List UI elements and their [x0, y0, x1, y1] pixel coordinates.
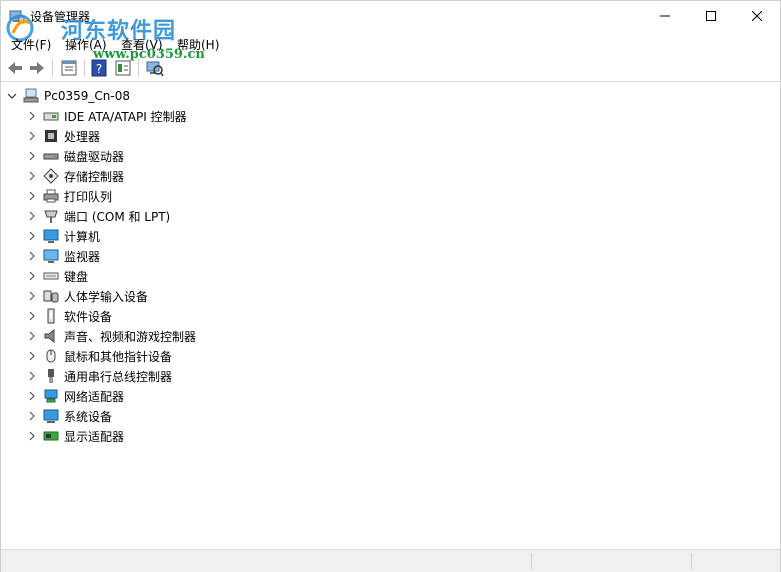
ide-controller-icon: [43, 112, 59, 121]
tree-item[interactable]: 显示适配器: [27, 426, 124, 446]
menu-bar: 文件(F) 操作(A) 查看(V) 帮助(H): [1, 33, 780, 53]
tree-item[interactable]: 声音、视频和游戏控制器: [27, 326, 196, 346]
tree-item[interactable]: 网络适配器: [27, 386, 124, 406]
tree-item[interactable]: 系统设备: [27, 406, 112, 426]
tree-item-label: 通用串行总线控制器: [64, 369, 173, 384]
properties-icon[interactable]: [59, 58, 79, 78]
maximize-button[interactable]: [688, 1, 734, 31]
chevron-right-icon[interactable]: [27, 251, 37, 261]
chevron-right-icon[interactable]: [27, 291, 37, 301]
storage-controller-icon: [43, 168, 59, 184]
view-icon[interactable]: [113, 58, 133, 78]
tree-item-label: 键盘: [64, 269, 89, 284]
tree-item[interactable]: 处理器: [27, 126, 100, 146]
monitor-icon: [43, 249, 59, 263]
chevron-right-icon[interactable]: [27, 391, 37, 401]
maximize-icon: [706, 11, 716, 21]
device-manager-window: 设备管理器 河东软件园 www.pc0359.cn 文件(F) 操作(A) 查看…: [0, 0, 781, 572]
menu-action[interactable]: 操作(A): [65, 36, 107, 53]
menu-view[interactable]: 查看(V): [121, 36, 163, 53]
menu-help[interactable]: 帮助(H): [177, 36, 219, 53]
tree-item[interactable]: 键盘: [27, 266, 88, 286]
chevron-right-icon[interactable]: [27, 211, 37, 221]
menu-file[interactable]: 文件(F): [11, 36, 51, 53]
chevron-right-icon[interactable]: [27, 191, 37, 201]
tree-item[interactable]: 存储控制器: [27, 166, 124, 186]
tree-item[interactable]: 鼠标和其他指针设备: [27, 346, 172, 366]
chevron-right-icon[interactable]: [27, 431, 37, 441]
tree-item-label: 存储控制器: [64, 169, 125, 184]
forward-arrow-icon[interactable]: [27, 58, 47, 78]
chevron-down-icon[interactable]: [7, 91, 17, 101]
minimize-icon: [660, 15, 670, 17]
tree-item-label: 处理器: [64, 129, 101, 144]
chevron-right-icon[interactable]: [27, 131, 37, 141]
computer-icon: [23, 88, 39, 103]
svg-text:?: ?: [96, 62, 102, 76]
scan-hardware-icon[interactable]: [144, 58, 164, 78]
toolbar-separator: [84, 59, 85, 77]
status-bar: [1, 549, 780, 572]
tree-item-label: 鼠标和其他指针设备: [64, 349, 173, 364]
status-segment: [531, 553, 532, 569]
usb-icon: [48, 369, 54, 383]
tree-item[interactable]: 端口 (COM 和 LPT): [27, 206, 170, 226]
status-segment: [691, 553, 692, 569]
tree-item[interactable]: 监视器: [27, 246, 100, 266]
toolbar: ?: [1, 55, 780, 82]
tree-item-label: 系统设备: [64, 409, 113, 424]
tree-item-label: 显示适配器: [64, 429, 125, 444]
speaker-icon: [44, 328, 55, 344]
hid-icon: [43, 290, 59, 303]
tree-root-label: Pc0359_Cn-08: [44, 89, 130, 103]
tree-item-label: 人体学输入设备: [64, 289, 149, 304]
tree-item-label: 端口 (COM 和 LPT): [64, 209, 171, 224]
chevron-right-icon[interactable]: [27, 151, 37, 161]
keyboard-icon: [43, 272, 59, 280]
printer-icon: [43, 189, 59, 203]
back-arrow-icon[interactable]: [5, 58, 25, 78]
system-device-icon: [43, 409, 59, 423]
tree-item[interactable]: 磁盘驱动器: [27, 146, 124, 166]
tree-item-label: 监视器: [64, 249, 101, 264]
chevron-right-icon[interactable]: [27, 411, 37, 421]
tree-item[interactable]: IDE ATA/ATAPI 控制器: [27, 106, 187, 126]
chevron-right-icon[interactable]: [27, 231, 37, 241]
tree-item-label: 声音、视频和游戏控制器: [64, 329, 197, 344]
network-adapter-icon: [44, 389, 58, 403]
software-device-icon: [47, 308, 55, 324]
tree-item-label: 磁盘驱动器: [64, 149, 125, 164]
chevron-right-icon[interactable]: [27, 331, 37, 341]
chevron-right-icon[interactable]: [27, 171, 37, 181]
chevron-right-icon[interactable]: [27, 371, 37, 381]
display-adapter-icon: [43, 431, 59, 441]
disk-drive-icon: [43, 153, 59, 160]
mouse-icon: [46, 349, 56, 363]
tree-item-label: 打印队列: [64, 189, 113, 204]
tree-item[interactable]: 打印队列: [27, 186, 112, 206]
chevron-right-icon[interactable]: [27, 311, 37, 321]
tree-item-label: 软件设备: [64, 309, 113, 324]
help-icon[interactable]: ?: [89, 58, 109, 78]
computer-monitor-icon: [43, 229, 59, 243]
chevron-right-icon[interactable]: [27, 111, 37, 121]
close-icon: [752, 11, 762, 21]
toolbar-separator: [138, 59, 139, 77]
tree-item[interactable]: 软件设备: [27, 306, 112, 326]
port-icon: [44, 210, 58, 223]
toolbar-separator: [52, 59, 53, 77]
minimize-button[interactable]: [642, 1, 688, 31]
tree-item-label: 计算机: [64, 229, 101, 244]
tree-item-label: 网络适配器: [64, 389, 125, 404]
processor-icon: [45, 130, 57, 142]
tree-item[interactable]: 人体学输入设备: [27, 286, 148, 306]
tree-item[interactable]: 计算机: [27, 226, 100, 246]
tree-root[interactable]: Pc0359_Cn-08: [7, 86, 130, 106]
chevron-right-icon[interactable]: [27, 351, 37, 361]
chevron-right-icon[interactable]: [27, 271, 37, 281]
tree-item-label: IDE ATA/ATAPI 控制器: [64, 109, 187, 124]
tree-item[interactable]: 通用串行总线控制器: [27, 366, 172, 386]
close-button[interactable]: [734, 1, 780, 31]
